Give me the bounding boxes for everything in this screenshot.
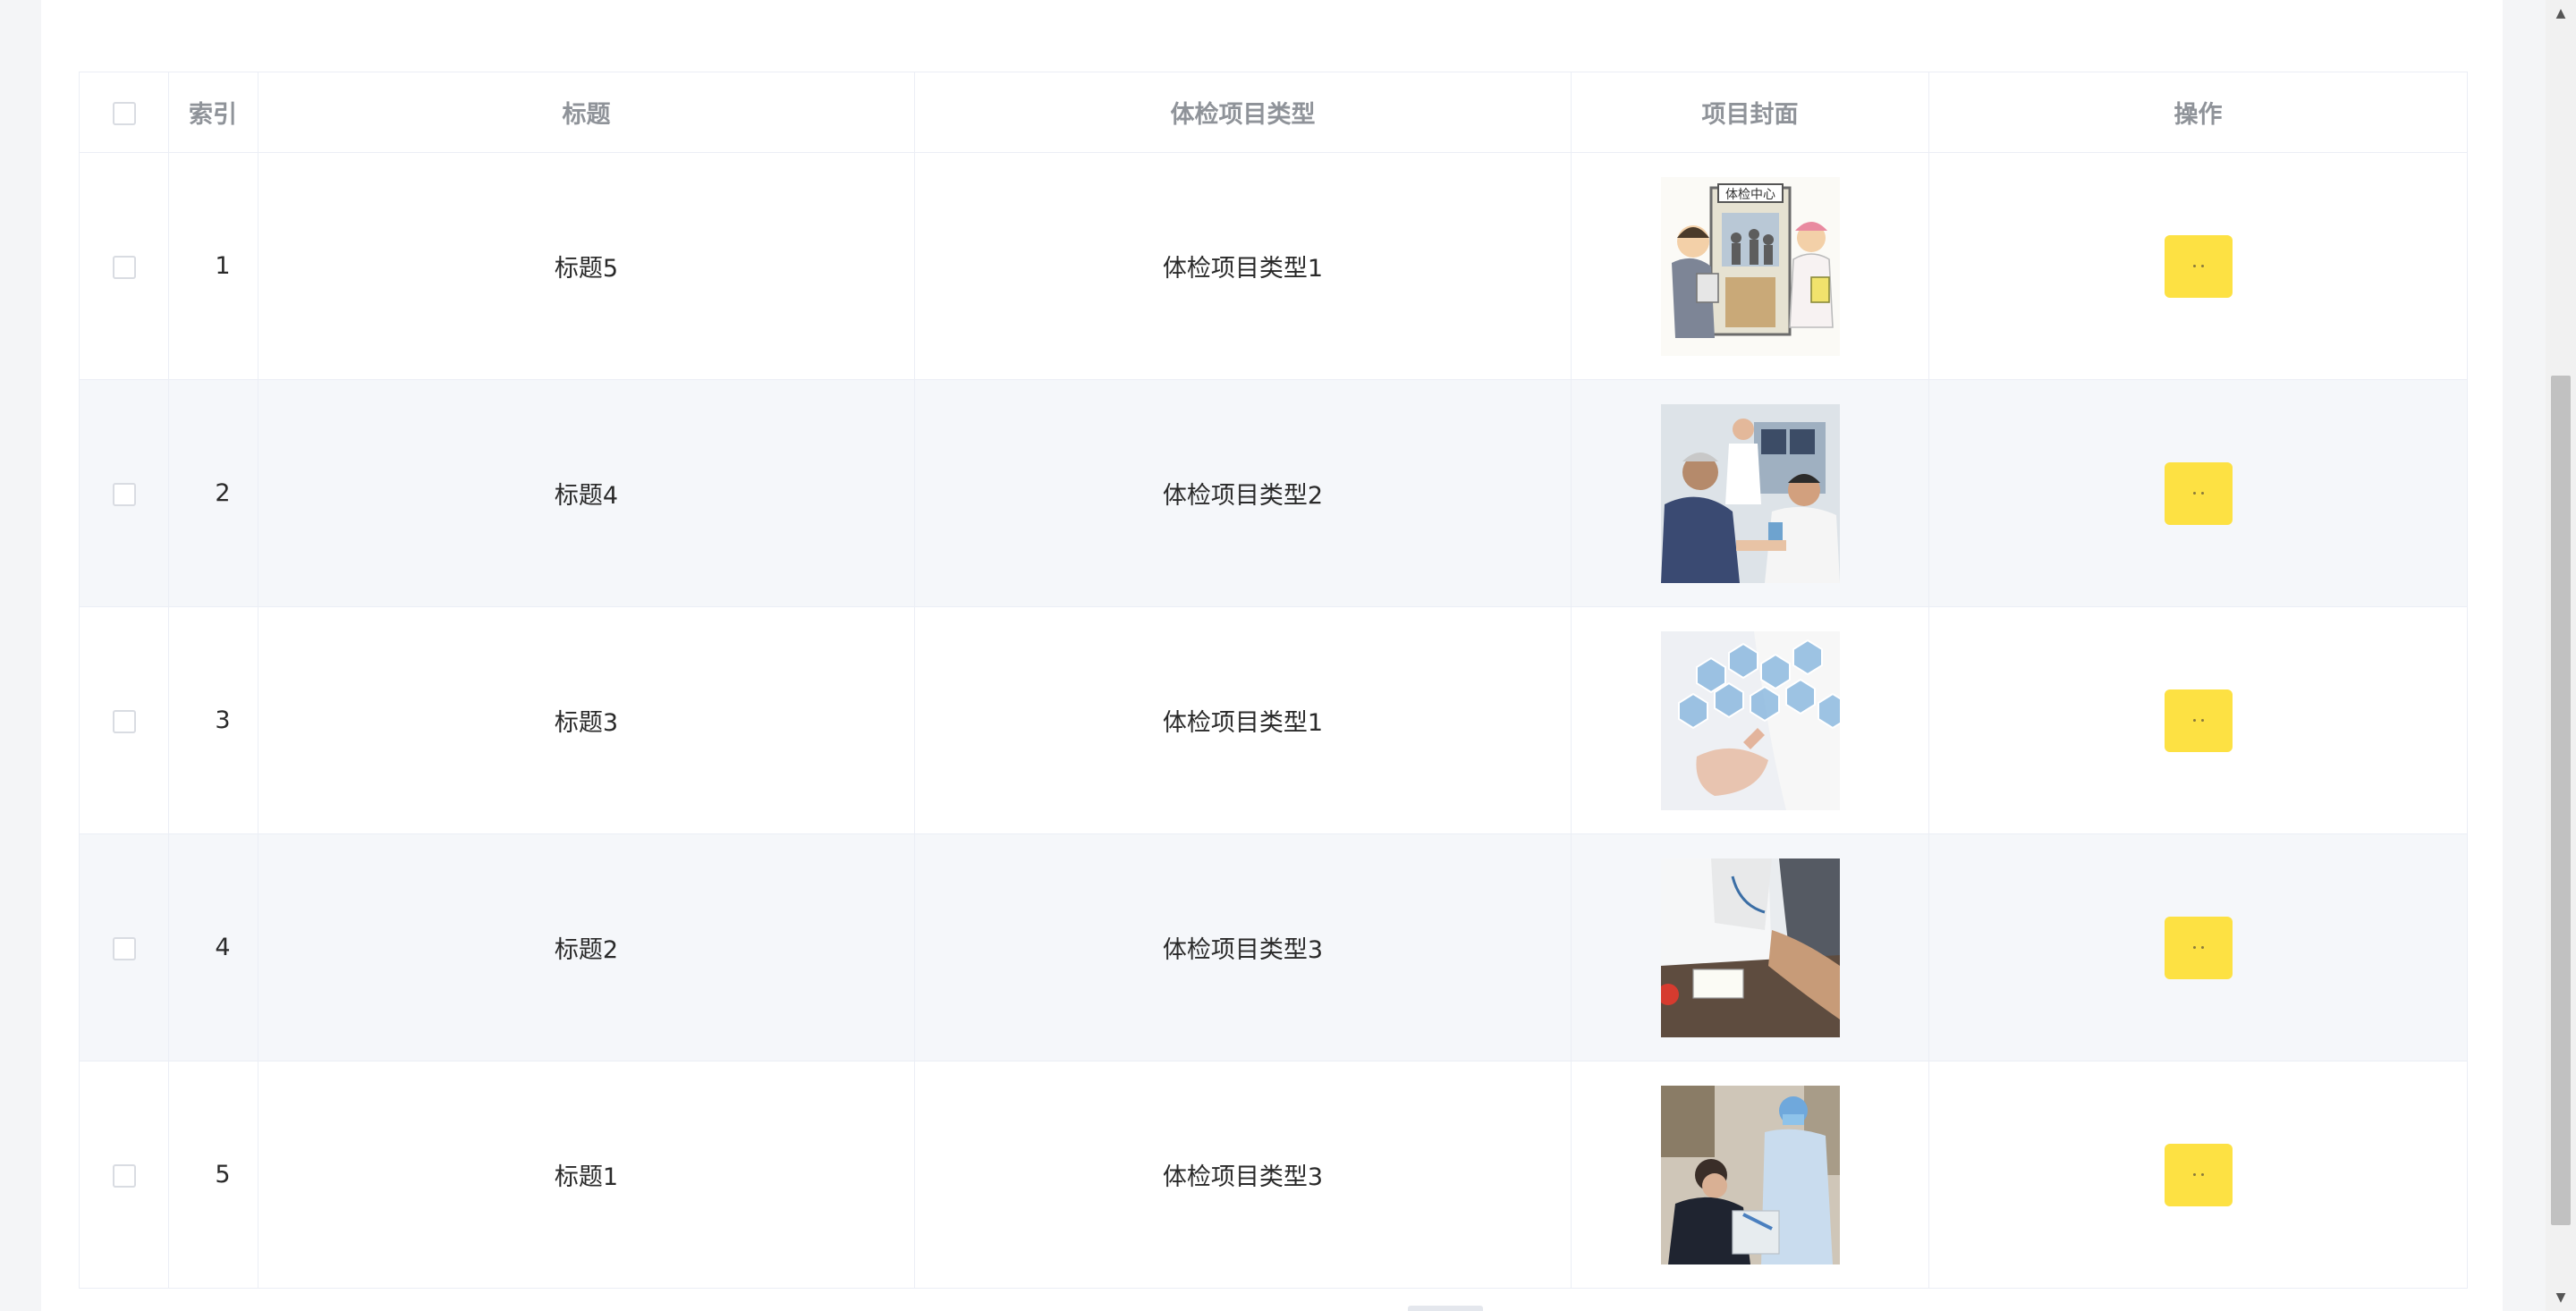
scroll-down-arrow-icon[interactable]: ▼ [2546,1284,2576,1311]
vertical-scrollbar[interactable]: ▲ ▼ [2546,0,2576,1311]
table-row: 2 标题4 体检项目类型2 [79,379,2468,607]
blood-pressure-image[interactable] [1660,858,1840,1037]
row-ops-cell [1928,833,2468,1061]
header-ops[interactable]: 操作 [1928,72,2468,153]
table-header-row: 索引 标题 体检项目类型 项目封面 操作 [79,72,2468,153]
row-checkbox[interactable] [112,482,136,506]
scrollbar-thumb[interactable] [2551,376,2571,1225]
blood-draw-image[interactable] [1660,1085,1840,1264]
row-index: 4 [168,833,258,1061]
row-index: 1 [168,152,258,380]
row-title: 标题2 [258,833,915,1061]
checkup-cartoon-image[interactable]: 体检中心 [1660,176,1840,356]
row-cover-cell: 体检中心 [1571,152,1929,380]
header-title[interactable]: 标题 [258,72,915,153]
row-index: 2 [168,379,258,607]
row-action-button[interactable] [2164,689,2233,752]
row-type: 体检项目类型1 [914,152,1572,380]
row-cover-cell [1571,1061,1929,1289]
row-cover-cell [1571,833,1929,1061]
row-action-button[interactable] [2164,916,2233,979]
doctor-patient-image[interactable] [1660,403,1840,583]
row-title: 标题1 [258,1061,915,1289]
row-ops-cell [1928,152,2468,380]
table-row: 5 标题1 体检项目类型3 [79,1061,2468,1289]
row-title: 标题5 [258,152,915,380]
row-type: 体检项目类型2 [914,379,1572,607]
row-select-cell [79,152,169,380]
row-ops-cell [1928,1061,2468,1289]
row-action-button[interactable] [2164,461,2233,525]
row-select-cell [79,833,169,1061]
table-row: 1 标题5 体检项目类型1 体检中心 [79,152,2468,380]
row-action-button[interactable] [2164,234,2233,298]
medical-hexagon-image[interactable] [1660,630,1840,810]
row-ops-cell [1928,606,2468,834]
header-index[interactable]: 索引 [168,72,258,153]
row-cover-cell [1571,606,1929,834]
row-action-button[interactable] [2164,1143,2233,1206]
svg-text:体检中心: 体检中心 [1725,188,1775,202]
row-ops-cell [1928,379,2468,607]
table-row: 4 标题2 体检项目类型3 [79,833,2468,1061]
table-row: 3 标题3 体检项目类型1 [79,606,2468,834]
select-all-checkbox[interactable] [112,101,136,125]
row-title: 标题4 [258,379,915,607]
row-type: 体检项目类型1 [914,606,1572,834]
row-type: 体检项目类型3 [914,833,1572,1061]
row-checkbox[interactable] [112,936,136,960]
checkup-items-table: 索引 标题 体检项目类型 项目封面 操作 1 标题5 体检项目类型1 体检中心 [79,72,2468,1289]
header-type[interactable]: 体检项目类型 [914,72,1572,153]
row-select-cell [79,1061,169,1289]
row-checkbox[interactable] [112,255,136,279]
row-index: 5 [168,1061,258,1289]
row-title: 标题3 [258,606,915,834]
row-checkbox[interactable] [112,1163,136,1188]
row-type: 体检项目类型3 [914,1061,1572,1289]
row-select-cell [79,606,169,834]
select-all-cell [79,72,169,153]
row-select-cell [79,379,169,607]
row-cover-cell [1571,379,1929,607]
row-checkbox[interactable] [112,709,136,733]
pagination-hint [1408,1306,1483,1311]
scroll-up-arrow-icon[interactable]: ▲ [2546,0,2576,27]
header-cover[interactable]: 项目封面 [1571,72,1929,153]
row-index: 3 [168,606,258,834]
